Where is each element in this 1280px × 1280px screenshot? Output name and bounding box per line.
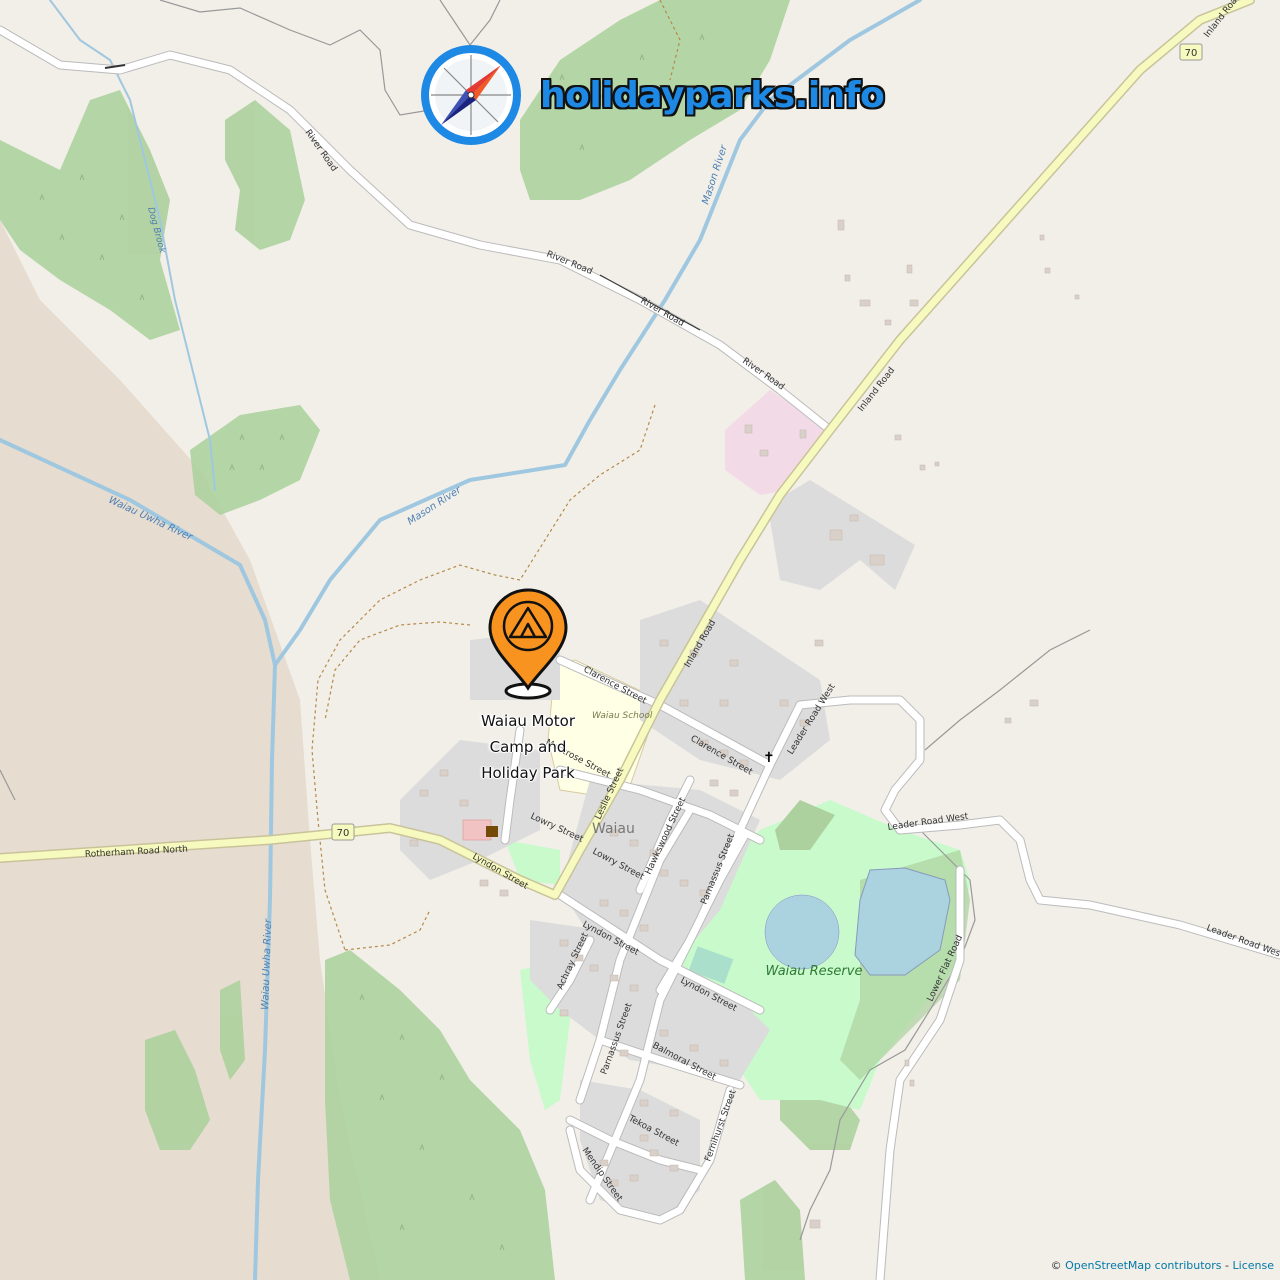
reserve-label: Waiau Reserve	[766, 964, 863, 979]
map-canvas[interactable]: ✝ 70 70 River Road River Road River Road…	[0, 0, 1280, 1280]
license-link[interactable]: License	[1233, 1259, 1274, 1272]
town-label: Waiau	[592, 821, 635, 837]
compass-icon	[421, 45, 521, 145]
osm-contributors-link[interactable]: OpenStreetMap contributors	[1065, 1259, 1221, 1272]
school-label: Waiau School	[592, 711, 653, 721]
attribution-separator: -	[1225, 1259, 1230, 1272]
reserve-pond	[764, 894, 840, 970]
brand-name: holidayparks.info	[540, 74, 885, 116]
route-shield-70-a: 70	[1179, 43, 1203, 61]
svg-text:70: 70	[1185, 48, 1198, 59]
church-icon: ✝	[763, 750, 775, 766]
route-shield-70-b: 70	[331, 823, 355, 841]
brand-logo[interactable]: holidayparks.info	[416, 40, 885, 150]
copyright-symbol: ©	[1050, 1259, 1062, 1272]
map-attribution: © OpenStreetMap contributors - License	[1051, 1259, 1274, 1272]
svg-text:70: 70	[337, 828, 350, 839]
library-icon	[486, 826, 498, 837]
holiday-park-label[interactable]: Waiau Motor Camp and Holiday Park	[478, 708, 578, 786]
